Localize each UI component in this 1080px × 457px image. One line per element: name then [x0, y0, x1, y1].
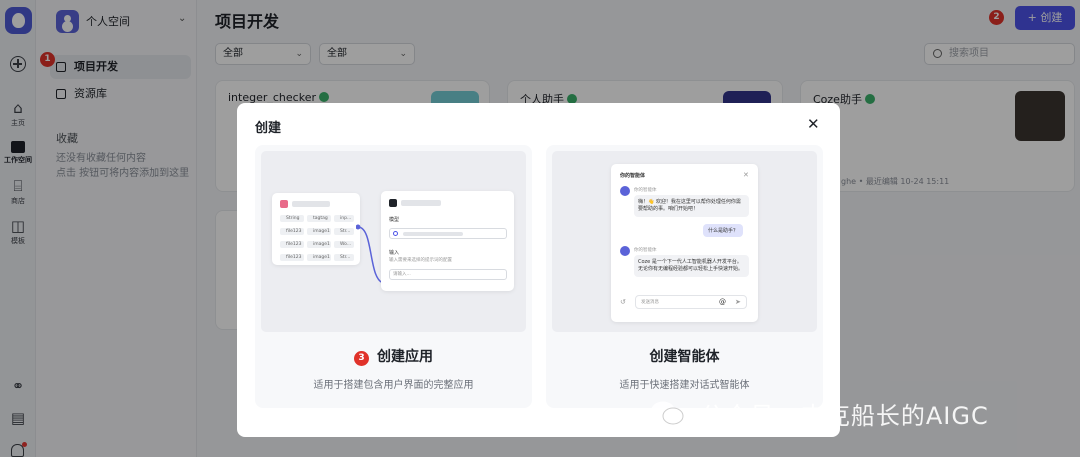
create-app-option[interactable]: String tagtag inp... file123 image1 Str.…: [255, 145, 532, 408]
preview-chat: 你的智能体 ✕ 你的智能体 嗨！👋 欢迎！我在这里可以帮你处理任何你需要帮助的事…: [611, 164, 758, 322]
preview-node: String tagtag inp... file123 image1 Str.…: [272, 193, 360, 265]
close-icon[interactable]: ✕: [807, 115, 820, 133]
close-icon: ✕: [743, 171, 749, 179]
create-agent-title: 创建智能体: [649, 349, 720, 365]
reset-icon: ↺: [620, 298, 626, 306]
preview-form: 模型 输入 输入需要来选择的提示词的配置 请输入...: [381, 191, 514, 291]
send-icon: ➤: [735, 298, 741, 306]
app-preview: String tagtag inp... file123 image1 Str.…: [261, 151, 526, 332]
create-agent-option[interactable]: 你的智能体 ✕ 你的智能体 嗨！👋 欢迎！我在这里可以帮你处理任何你需要帮助的事…: [546, 145, 823, 408]
create-modal: 创建 ✕ String tagtag inp... file123 image1…: [237, 103, 840, 437]
agent-preview: 你的智能体 ✕ 你的智能体 嗨！👋 欢迎！我在这里可以帮你处理任何你需要帮助的事…: [552, 151, 817, 332]
mention-icon: @: [719, 298, 726, 306]
wechat-icon: [651, 401, 684, 425]
watermark-text: 公众号 · 杰克船长的AIGC: [700, 402, 989, 430]
create-agent-desc: 适用于快速搭建对话式智能体: [619, 380, 750, 391]
create-app-title: 3 创建应用: [255, 346, 532, 366]
create-app-desc: 适用于搭建包含用户界面的完整应用: [313, 380, 474, 391]
modal-title: 创建: [255, 121, 282, 136]
step-badge-3: 3: [354, 351, 369, 366]
